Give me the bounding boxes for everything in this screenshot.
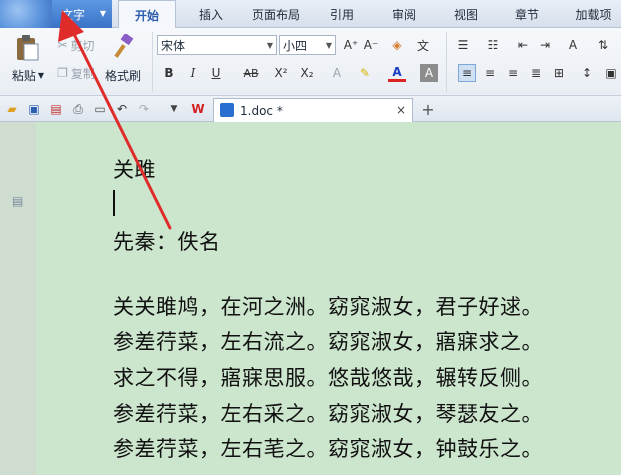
strikethrough-button[interactable]: AB bbox=[239, 64, 263, 82]
scissors-icon: ✂ bbox=[57, 38, 68, 52]
align-left-icon[interactable]: ≡ bbox=[458, 64, 476, 82]
tab-page-layout[interactable]: 页面布局 bbox=[244, 0, 308, 28]
phonetic-guide-button[interactable]: 文 bbox=[414, 36, 432, 54]
underline-button[interactable]: U bbox=[207, 64, 225, 82]
undo-icon[interactable]: ↶ bbox=[114, 101, 130, 117]
char-shading-icon[interactable]: A bbox=[420, 64, 438, 82]
increase-indent-icon[interactable]: ⇥ bbox=[536, 36, 554, 54]
superscript-button[interactable]: X² bbox=[270, 64, 292, 82]
doc-paragraph-line: 求之不得，寤寐思服。悠哉悠哉，辗转反侧。 bbox=[113, 366, 543, 390]
decrease-indent-icon[interactable]: ⇤ bbox=[514, 36, 532, 54]
export-pdf-icon[interactable]: ▤ bbox=[48, 101, 64, 117]
paragraph-marker-icon[interactable]: ▤ bbox=[12, 194, 23, 208]
chevron-down-icon: ▼ bbox=[99, 9, 106, 18]
subscript-button[interactable]: X₂ bbox=[296, 64, 318, 82]
font-name-select[interactable]: 宋体 ▼ bbox=[157, 35, 277, 55]
tab-references[interactable]: 引用 bbox=[320, 0, 364, 28]
grow-font-button[interactable]: A⁺ bbox=[342, 36, 360, 54]
paste-button[interactable]: 粘贴 ▼ bbox=[6, 66, 50, 84]
clear-format-icon[interactable]: ◈ bbox=[388, 36, 406, 54]
doc-paragraph-line: 关关雎鸠，在河之洲。窈窕淑女，君子好逑。 bbox=[113, 295, 543, 319]
line-spacing-icon[interactable]: ↕ bbox=[578, 64, 596, 82]
chevron-down-icon: ▼ bbox=[37, 70, 45, 80]
doc-paragraph-line: 参差荇菜，左右流之。窈窕淑女，寤寐求之。 bbox=[113, 330, 543, 354]
highlight-icon[interactable]: ✎ bbox=[356, 64, 374, 82]
document-tab-title: 1.doc * bbox=[240, 103, 283, 118]
new-tab-button[interactable]: + bbox=[418, 98, 438, 120]
chevron-down-icon: ▼ bbox=[325, 41, 332, 50]
font-size-select[interactable]: 小四 ▼ bbox=[279, 35, 336, 55]
print-preview-icon[interactable]: ▭ bbox=[92, 101, 108, 117]
text-effect-icon[interactable]: A bbox=[328, 64, 346, 82]
wps-logo-icon[interactable]: W bbox=[190, 101, 206, 117]
navigation-strip: ▤ bbox=[0, 122, 36, 475]
redo-icon[interactable]: ↷ bbox=[136, 101, 152, 117]
copy-icon: ❐ bbox=[57, 66, 68, 80]
sort-icon[interactable]: ⇅ bbox=[594, 36, 612, 54]
numbered-list-icon[interactable]: ☷ bbox=[484, 36, 502, 54]
app-menu-label: 文字 bbox=[61, 7, 86, 22]
bullet-list-icon[interactable]: ☰ bbox=[454, 36, 472, 54]
customize-toolbar-icon[interactable]: ▼ bbox=[166, 101, 182, 117]
paste-label: 粘贴 bbox=[11, 68, 36, 83]
doc-paragraph-line: 参差荇菜，左右采之。窈窕淑女，琴瑟友之。 bbox=[113, 402, 543, 426]
align-right-icon[interactable]: ≡ bbox=[504, 64, 522, 82]
copy-label: 复制 bbox=[70, 66, 95, 81]
font-name-value: 宋体 bbox=[161, 38, 186, 53]
tab-home[interactable]: 开始 bbox=[118, 0, 176, 29]
bold-button[interactable]: B bbox=[160, 64, 178, 82]
doc-author: 先秦：佚名 bbox=[113, 230, 221, 254]
cut-label: 剪切 bbox=[70, 38, 95, 53]
justify-icon[interactable]: ≣ bbox=[527, 64, 545, 82]
text-cursor bbox=[113, 190, 115, 216]
shrink-font-button[interactable]: A⁻ bbox=[362, 36, 380, 54]
tab-review[interactable]: 审阅 bbox=[382, 0, 426, 28]
app-logo-icon bbox=[0, 0, 52, 28]
font-size-value: 小四 bbox=[283, 38, 308, 53]
divider bbox=[446, 32, 447, 92]
font-color-button[interactable]: A bbox=[388, 64, 406, 82]
tab-insert[interactable]: 插入 bbox=[186, 0, 236, 28]
open-folder-icon[interactable]: ▰ bbox=[4, 101, 20, 117]
document-tab[interactable]: 1.doc * × bbox=[213, 98, 413, 122]
app-menu-button[interactable]: 文字 ▼ bbox=[52, 0, 112, 28]
doc-title: 关雎 bbox=[113, 158, 156, 182]
chevron-down-icon: ▼ bbox=[266, 41, 273, 50]
text-direction-icon[interactable]: A bbox=[564, 36, 582, 54]
cut-button[interactable]: ✂ 剪切 bbox=[52, 36, 100, 54]
save-icon[interactable]: ▣ bbox=[26, 101, 42, 117]
close-icon[interactable]: × bbox=[396, 103, 406, 117]
menu-bar: 文字 ▼ 开始 插入 页面布局 引用 审阅 视图 章节 加载项 bbox=[0, 0, 621, 29]
align-center-icon[interactable]: ≡ bbox=[481, 64, 499, 82]
tab-chapter[interactable]: 章节 bbox=[505, 0, 549, 28]
doc-paragraph-line: 参差荇菜，左右芼之。窈窕淑女，钟鼓乐之。 bbox=[113, 437, 543, 461]
copy-button[interactable]: ❐ 复制 bbox=[52, 64, 100, 82]
format-painter-button[interactable]: 格式刷 bbox=[100, 66, 146, 84]
tab-addins[interactable]: 加载项 bbox=[566, 0, 621, 28]
print-icon[interactable]: ⎙ bbox=[70, 101, 86, 117]
tab-view[interactable]: 视图 bbox=[444, 0, 488, 28]
shading-icon[interactable]: ▣ bbox=[602, 64, 620, 82]
brush-icon[interactable] bbox=[104, 32, 144, 62]
italic-button[interactable]: I bbox=[184, 64, 202, 82]
ribbon-home: 粘贴 ▼ ✂ 剪切 ❐ 复制 格式刷 宋体 ▼ 小四 ▼ A⁺ A⁻ ◈ 文 B… bbox=[0, 28, 621, 96]
paste-icon[interactable] bbox=[8, 32, 46, 64]
divider bbox=[152, 32, 153, 92]
doc-file-icon bbox=[220, 103, 234, 117]
quick-access-bar: ▰ ▣ ▤ ⎙ ▭ ↶ ↷ ▼ W 1.doc * × + bbox=[0, 96, 621, 122]
distribute-icon[interactable]: ⊞ bbox=[550, 64, 568, 82]
